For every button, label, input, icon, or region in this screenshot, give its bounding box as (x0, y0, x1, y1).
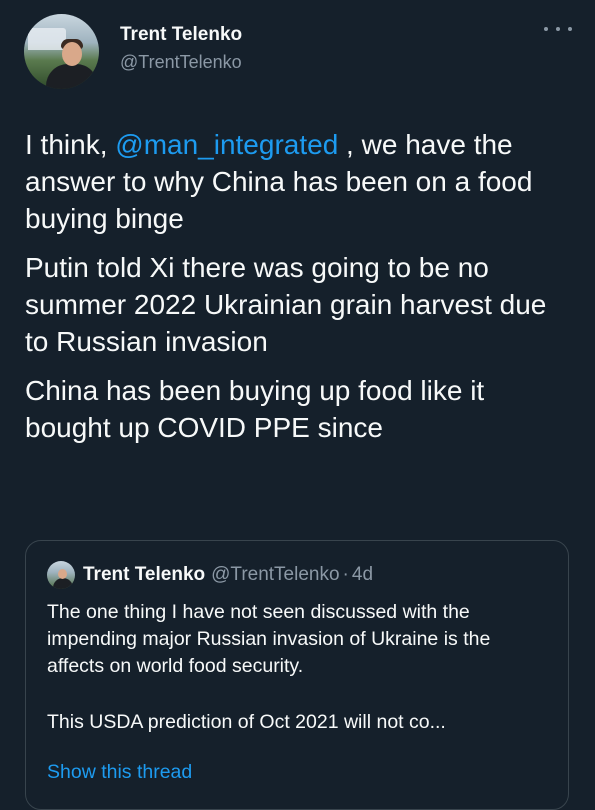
avatar-torso (53, 578, 73, 589)
quoted-author-display-name: Trent Telenko (83, 564, 206, 585)
tweet-paragraph-1: I think, @man_integrated , we have the a… (25, 126, 573, 237)
author-display-name[interactable]: Trent Telenko (120, 24, 242, 46)
avatar-torso (46, 64, 98, 89)
tweet-paragraph-2: Putin told Xi there was going to be no s… (25, 252, 547, 357)
quoted-paragraph-2: This USDA prediction of Oct 2021 will no… (47, 711, 446, 733)
tweet-paragraph-3: China has been buying up food like it bo… (25, 375, 485, 443)
more-dot (568, 27, 572, 31)
quoted-timestamp[interactable]: 4d (352, 564, 373, 586)
author-handle[interactable]: @TrentTelenko (120, 52, 242, 73)
quoted-paragraph-1: The one thing I have not seen discussed … (47, 601, 491, 677)
tweet-text: I think, @man_integrated , we have the a… (25, 126, 573, 458)
tweet-line1-prefix: I think, (25, 129, 116, 160)
avatar-head (62, 42, 82, 66)
quoted-tweet-text: The one thing I have not seen discussed … (47, 599, 547, 736)
avatar-head (58, 569, 67, 579)
more-dot (544, 27, 548, 31)
quoted-tweet-header: Trent Telenko @TrentTelenko · 4d (47, 561, 373, 589)
show-thread-link[interactable]: Show this thread (47, 761, 192, 784)
more-dot (556, 27, 560, 31)
quoted-tweet-card[interactable]: Trent Telenko @TrentTelenko · 4d The one… (25, 540, 569, 810)
more-options-icon[interactable] (544, 22, 572, 36)
tweet-header: Trent Telenko @TrentTelenko (24, 14, 572, 89)
quoted-author-handle: @TrentTelenko (211, 564, 340, 585)
author-avatar[interactable] (24, 14, 99, 89)
mention-link[interactable]: @man_integrated (115, 129, 338, 160)
quoted-separator: · (342, 564, 349, 585)
quoted-author-avatar (47, 561, 75, 589)
